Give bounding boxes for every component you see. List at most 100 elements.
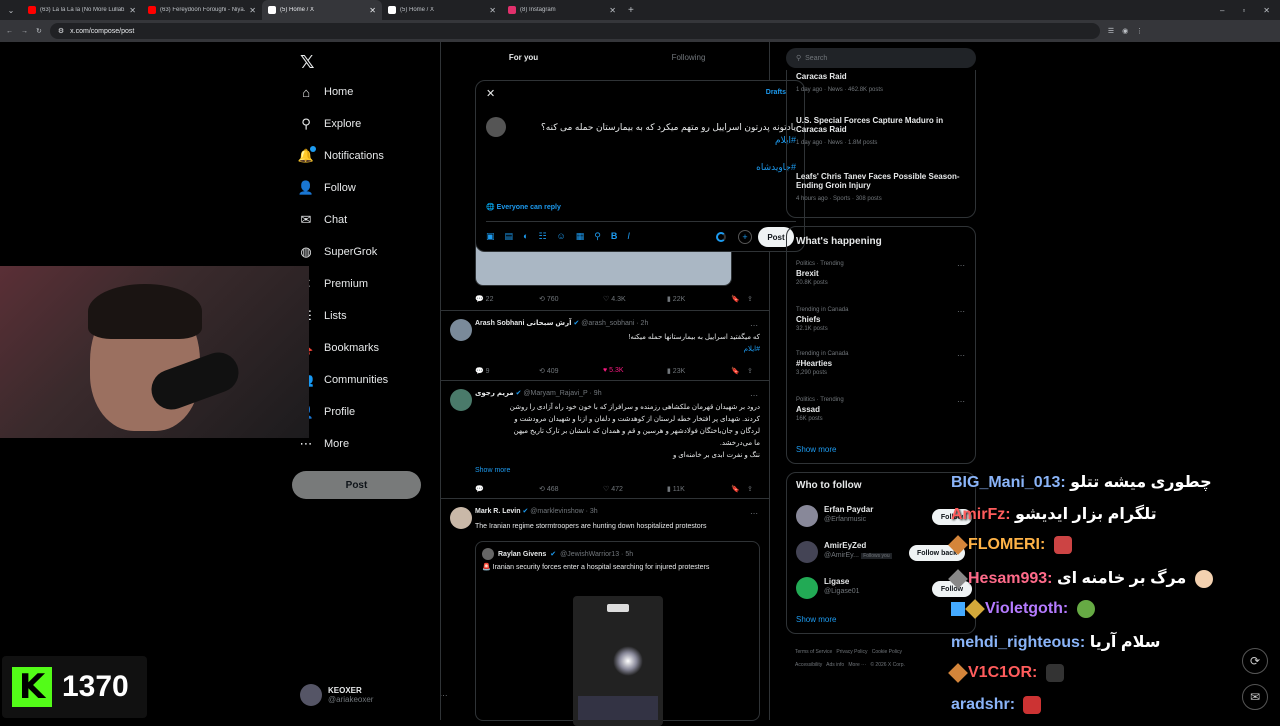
gif-icon[interactable]: ▤ [505, 231, 514, 242]
more-icon[interactable]: ⋯ [750, 391, 758, 400]
nav-notifications[interactable]: 🔔 Notifications [298, 146, 384, 164]
browser-tab-active[interactable]: (5) Home / X ✕ [262, 0, 382, 20]
more-icon[interactable]: ⋯ [957, 307, 965, 316]
share-icon[interactable]: ⇪ [747, 485, 763, 493]
italic-icon[interactable]: I [627, 231, 630, 242]
show-more-link[interactable]: Show more [796, 445, 836, 454]
messages-fab-icon[interactable]: ✉ [1242, 684, 1268, 710]
more-icon[interactable]: ⋯ [957, 261, 965, 270]
tab-for-you[interactable]: For you [441, 42, 606, 72]
views-button[interactable]: ▮ 23K [667, 367, 731, 375]
extensions-icon[interactable]: ☰ [1108, 27, 1114, 35]
trend-item[interactable]: Politics · Trending Brexit 20.8K posts [796, 261, 844, 286]
url-field[interactable]: ⚙ x.com/compose/post [49, 23, 1100, 39]
news-item[interactable]: Leafs' Chris Tanev Faces Possible Season… [796, 170, 966, 202]
browser-tab[interactable]: (63) Fereydoon Foroughi - Niya... ✕ [142, 0, 262, 20]
repost-button[interactable]: ⟲ 760 [539, 295, 603, 303]
new-tab-icon[interactable]: + [628, 5, 634, 16]
video-thumbnail[interactable] [573, 596, 663, 726]
search-input[interactable]: ⚲ Search [786, 48, 976, 68]
show-more-link[interactable]: Show more [796, 615, 836, 624]
forward-icon[interactable]: → [21, 28, 28, 35]
avatar[interactable] [450, 389, 472, 411]
reply-settings[interactable]: 🌐 Everyone can reply [486, 203, 561, 211]
nav-home[interactable]: ⌂ Home [298, 84, 353, 100]
close-icon[interactable]: ✕ [486, 87, 495, 100]
x-logo-icon[interactable]: 𝕏 [300, 52, 315, 73]
sidebar-post-button[interactable]: Post [292, 471, 421, 499]
reply-button[interactable]: 💬 9 [475, 367, 539, 375]
more-icon[interactable]: ⋯ [750, 321, 758, 330]
minimize-icon[interactable]: – [1220, 6, 1224, 15]
trend-item[interactable]: Trending in Canada #Hearties 3,290 posts [796, 351, 848, 376]
drafts-button[interactable]: Drafts [766, 89, 786, 96]
follow-suggestion[interactable]: Ligase @Ligase01 [796, 577, 860, 599]
nav-explore[interactable]: ⚲ Explore [298, 116, 361, 132]
like-button[interactable]: ♡ 472 [603, 485, 667, 493]
follow-suggestion[interactable]: Erfan Paydar @Erfanmusic [796, 505, 873, 527]
account-switcher[interactable]: KEOXER @ariakeoxer ⋯ [300, 684, 447, 706]
avatar[interactable] [450, 507, 472, 529]
reload-icon[interactable]: ↻ [36, 27, 42, 35]
like-button[interactable]: ♡ 4.3K [603, 295, 667, 303]
follow-suggestion[interactable]: AmirEyZed @AmirEy... Follows you [796, 541, 892, 563]
grok-icon[interactable]: ◐ [523, 231, 528, 242]
nav-bookmarks[interactable]: 🔖Bookmarks [298, 340, 379, 356]
bookmark-icon[interactable]: 🔖 [731, 295, 747, 303]
bold-icon[interactable]: B [611, 231, 618, 242]
location-icon[interactable]: ⚲ [594, 231, 601, 242]
views-button[interactable]: ▮ 22K [667, 295, 731, 303]
more-icon[interactable]: ⋯ [750, 509, 758, 518]
repost-button[interactable]: ⟲ 409 [539, 367, 603, 375]
tweet[interactable]: Arash Sobhani آرش سبحانی ✔ @arash_sobhan… [440, 310, 770, 380]
compose-textarea[interactable]: یادتونه پدرتون اسراییل رو متهم میکرد که … [516, 121, 796, 174]
profile-icon[interactable]: ◉ [1122, 27, 1128, 35]
news-item[interactable]: Caracas Raid 1 day ago · News · 462.8K po… [796, 70, 883, 93]
schedule-icon[interactable]: ▦ [576, 231, 585, 242]
site-info-icon[interactable]: ⚙ [58, 27, 64, 35]
more-icon[interactable]: ⋯ [957, 397, 965, 406]
grok-fab-icon[interactable]: ⟳ [1242, 648, 1268, 674]
poll-icon[interactable]: ☷ [538, 231, 546, 242]
browser-tab[interactable]: (8) Instagram ✕ [502, 0, 622, 20]
nav-communities[interactable]: 👥Communities [298, 372, 388, 388]
nav-more[interactable]: ⋯ More [298, 436, 350, 452]
maximize-icon[interactable]: ▫ [1242, 6, 1245, 15]
tab-following[interactable]: Following [606, 42, 771, 72]
menu-icon[interactable]: ⋮ [1136, 27, 1143, 35]
emoji-icon[interactable]: ☺ [557, 231, 566, 242]
close-tab-icon[interactable]: ✕ [129, 6, 136, 15]
quoted-tweet[interactable]: Raylan Givens ✔ @JewishWarrior13 · 5h 🚨 … [475, 541, 760, 726]
bookmark-icon[interactable]: 🔖 [731, 485, 747, 493]
views-button[interactable]: ▮ 11K [667, 485, 731, 493]
close-tab-icon[interactable]: ✕ [609, 6, 616, 15]
trend-item[interactable]: Politics · Trending Assad 16K posts [796, 397, 844, 422]
browser-tab[interactable]: (63) La la La la (No More Lullab... ✕ [22, 0, 142, 20]
more-icon[interactable]: ⋯ [957, 351, 965, 360]
add-post-icon[interactable]: + [738, 230, 752, 244]
repost-button[interactable]: ⟲ 468 [539, 485, 603, 493]
news-item[interactable]: U.S. Special Forces Capture Maduro in Ca… [796, 114, 966, 146]
tab-search-icon[interactable]: ⌄ [0, 6, 22, 15]
media-icon[interactable]: ▣ [486, 231, 495, 242]
trend-item[interactable]: Trending in Canada Chiefs 32.1K posts [796, 307, 848, 332]
share-icon[interactable]: ⇪ [747, 295, 763, 303]
close-window-icon[interactable]: ✕ [1263, 6, 1270, 15]
nav-chat[interactable]: ✉ Chat [298, 212, 348, 228]
reply-button[interactable]: 💬 [475, 485, 539, 493]
tweet[interactable]: Mark R. Levin ✔ @marklevinshow · 3h ⋯ Th… [440, 498, 770, 726]
close-tab-icon[interactable]: ✕ [489, 6, 496, 15]
close-tab-icon[interactable]: ✕ [369, 6, 376, 15]
reply-button[interactable]: 💬 22 [475, 295, 539, 303]
nav-supergrok[interactable]: ◍ SuperGrok [298, 244, 377, 260]
nav-follow[interactable]: 👤 Follow [298, 180, 356, 196]
close-tab-icon[interactable]: ✕ [249, 6, 256, 15]
back-icon[interactable]: ← [6, 28, 13, 35]
tweet[interactable]: مریم رجوی ✔ @Maryam_Rajavi_P · 9h ⋯ درود… [440, 380, 770, 498]
like-button[interactable]: ♥ 5.3K [603, 367, 667, 375]
browser-tab[interactable]: (5) Home / X ✕ [382, 0, 502, 20]
show-more-link[interactable]: Show more [475, 465, 760, 477]
avatar[interactable] [450, 319, 472, 341]
share-icon[interactable]: ⇪ [747, 367, 763, 375]
bookmark-icon[interactable]: 🔖 [731, 367, 747, 375]
